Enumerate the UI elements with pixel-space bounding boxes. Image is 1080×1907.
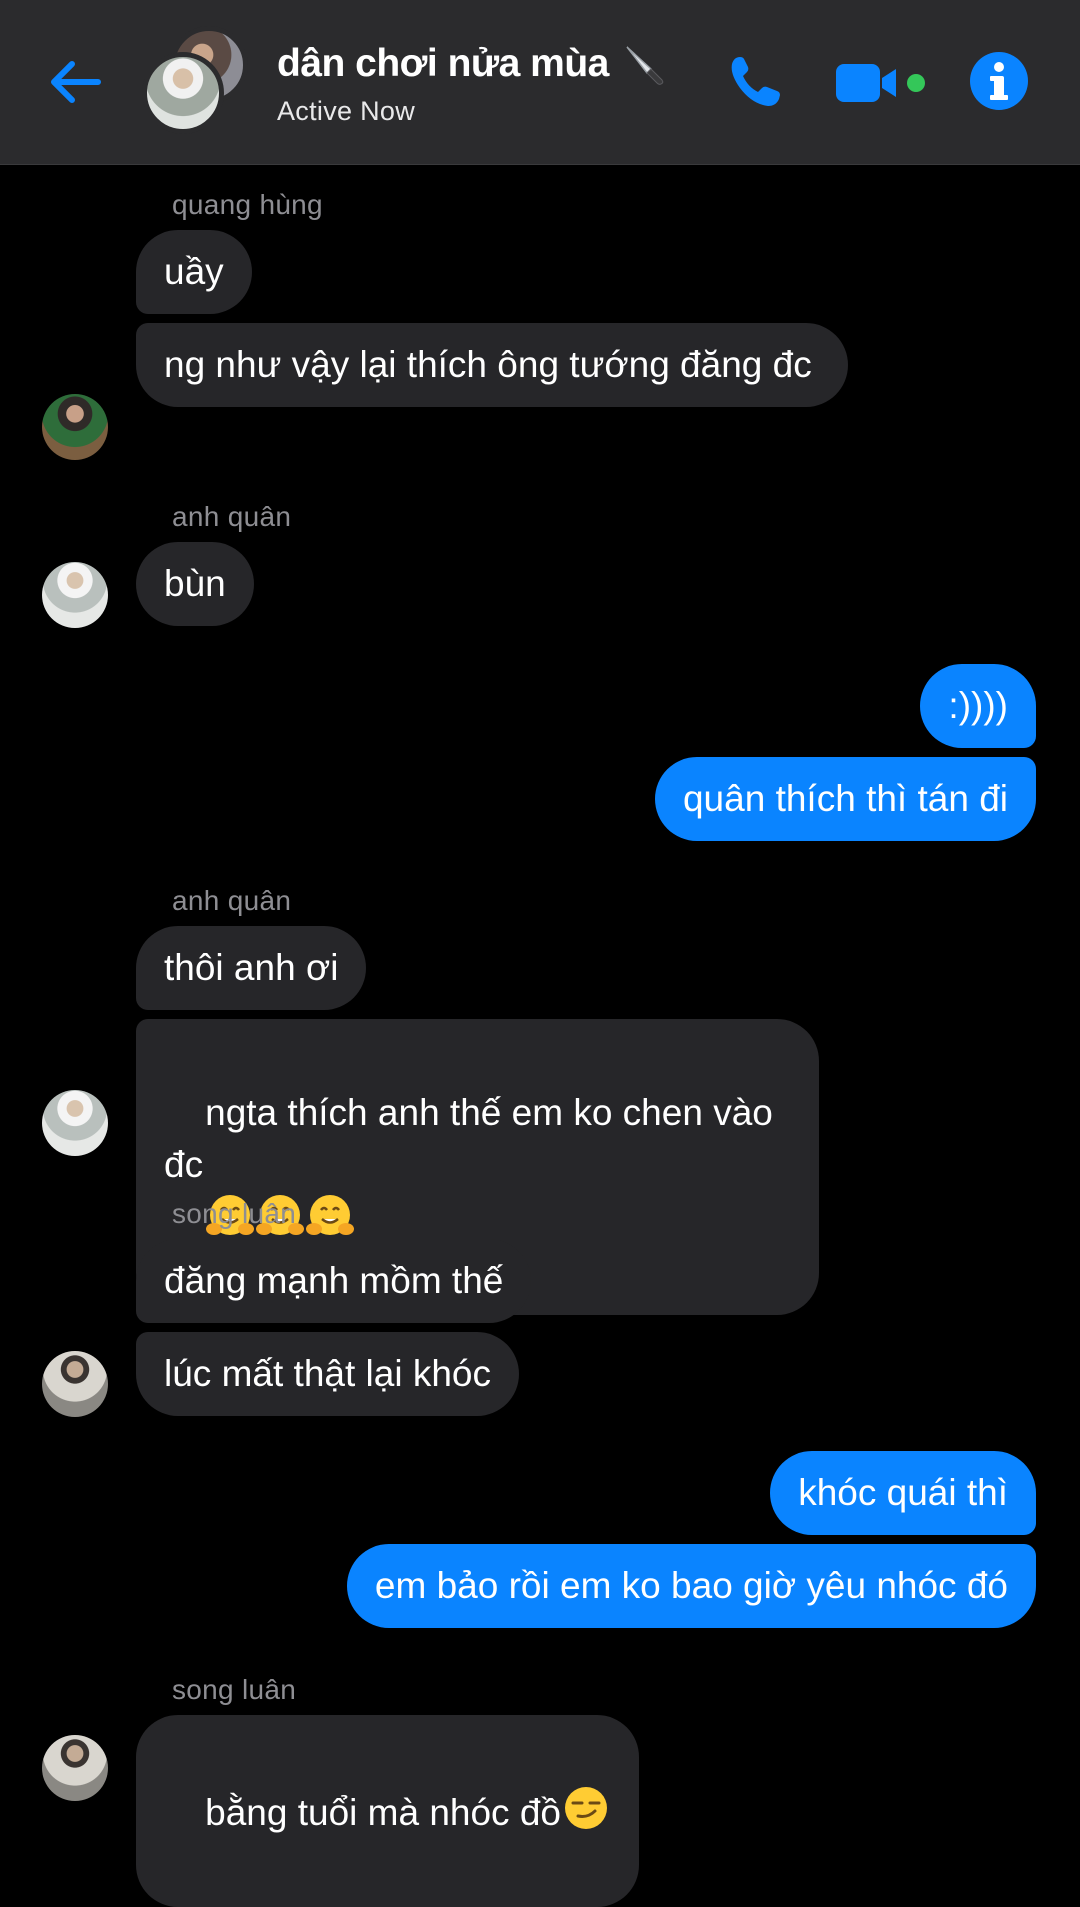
knife-emoji (626, 46, 664, 85)
outgoing-message[interactable]: khóc quái thì (770, 1451, 1036, 1535)
smirking-face-emoji (565, 1787, 607, 1829)
sender-name: anh quân (172, 501, 292, 532)
sender-avatar[interactable] (42, 1735, 108, 1801)
sender-avatar[interactable] (42, 562, 108, 628)
call-button[interactable] (718, 44, 792, 118)
back-arrow-icon (51, 61, 101, 103)
member-avatar (142, 52, 224, 134)
group-avatar[interactable] (142, 26, 254, 134)
sender-name: quang hùng (172, 189, 323, 220)
sender-name: song luân (172, 1198, 297, 1229)
video-call-button[interactable] (832, 50, 932, 116)
chat-header: dân chơi nửa mùa Active Now (0, 0, 1080, 165)
message-list[interactable]: quang hùng uầy ng như vậy lại thích ông … (0, 165, 1080, 1907)
info-button[interactable] (962, 44, 1036, 118)
sender-avatar[interactable] (42, 1351, 108, 1417)
outgoing-message[interactable]: quân thích thì tán đi (654, 757, 1036, 841)
sender-name: song luân (172, 1674, 297, 1705)
incoming-message[interactable]: lúc mất thật lại khóc (136, 1332, 519, 1416)
message-text: ngta thích anh thế em ko chen vào đc (164, 1092, 784, 1185)
incoming-message[interactable]: bằng tuổi mà nhóc đồ (136, 1715, 639, 1907)
incoming-message[interactable]: đăng mạnh mồm thế (136, 1239, 532, 1323)
phone-icon (731, 57, 780, 106)
outgoing-message[interactable]: em bảo rồi em ko bao giờ yêu nhóc đó (346, 1544, 1036, 1628)
incoming-message[interactable]: bùn (136, 542, 254, 626)
sender-name: anh quân (172, 885, 292, 916)
outgoing-message[interactable]: :)))) (920, 664, 1036, 748)
incoming-message[interactable]: thôi anh ơi (136, 926, 367, 1010)
video-camera-icon (836, 64, 925, 102)
conversation-title: dân chơi nửa mùa (277, 40, 667, 88)
incoming-message[interactable]: ng như vậy lại thích ông tướng đăng đc (136, 323, 848, 407)
sender-avatar[interactable] (42, 394, 108, 460)
conversation-title-text: dân chơi nửa mùa (277, 42, 609, 85)
back-button[interactable] (36, 44, 112, 120)
conversation-info[interactable]: dân chơi nửa mùa Active Now (277, 40, 667, 127)
hugging-face-emoji (306, 1195, 355, 1235)
sender-avatar[interactable] (42, 1090, 108, 1156)
message-text: bằng tuổi mà nhóc đồ (205, 1792, 561, 1833)
incoming-message[interactable]: uầy (136, 230, 252, 314)
info-icon (970, 52, 1028, 110)
active-status: Active Now (277, 96, 416, 126)
